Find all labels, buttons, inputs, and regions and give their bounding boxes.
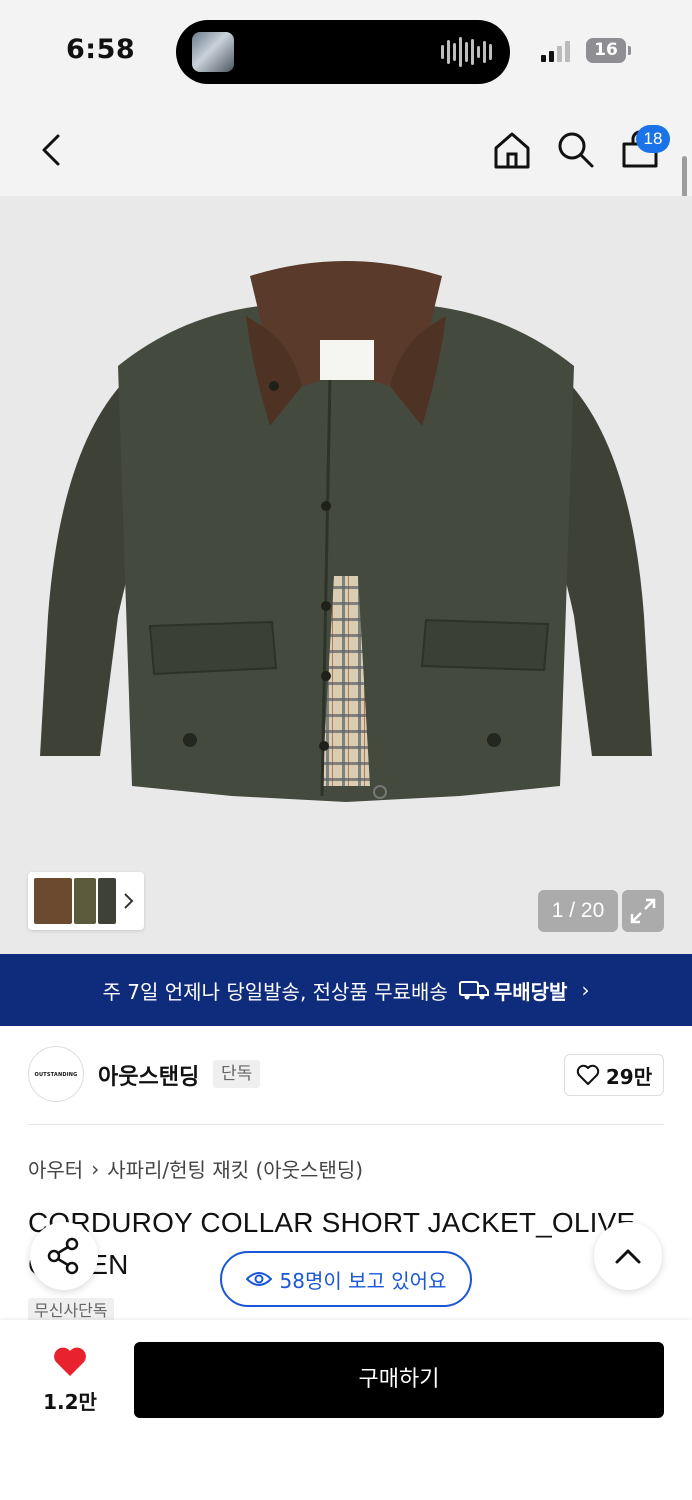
now-playing-artwork	[192, 32, 234, 72]
audio-waveform-icon	[441, 36, 492, 68]
brand-row: OUTSTANDING 아웃스탠딩 단독 29만	[28, 1046, 664, 1104]
scroll-to-top-button[interactable]	[594, 1222, 662, 1290]
battery-tip	[628, 46, 631, 55]
promo-text: 주 7일 언제나 당일발송, 전상품 무료배송	[102, 979, 448, 1004]
cart-count-badge: 18	[636, 125, 670, 153]
exclusive-badge: 단독	[213, 1060, 261, 1088]
favorite-count: 1.2만	[43, 1390, 97, 1414]
brand-like-button[interactable]: 29만	[564, 1054, 664, 1096]
share-icon	[47, 1237, 79, 1275]
divider	[28, 1124, 664, 1125]
share-button[interactable]	[30, 1222, 98, 1290]
expand-icon	[630, 898, 656, 924]
free-shipping-badge: 무배당발	[458, 976, 568, 1005]
brand-logo[interactable]: OUTSTANDING	[28, 1046, 84, 1102]
chevron-right-icon: ›	[581, 978, 590, 1002]
thumbnail-strip[interactable]	[28, 872, 144, 930]
chevron-up-icon	[615, 1249, 641, 1264]
brand-like-count: 29만	[605, 1064, 653, 1089]
heart-filled-icon	[54, 1347, 86, 1376]
thumbnail-brown-jacket[interactable]	[34, 878, 72, 924]
home-icon[interactable]	[492, 130, 532, 170]
breadcrumb: 아우터 › 사파리/헌팅 재킷 (아웃스탠딩)	[28, 1154, 363, 1183]
delivery-truck-icon	[458, 981, 489, 1000]
cellular-signal-icon	[541, 40, 570, 62]
brand-name[interactable]: 아웃스탠딩	[98, 1059, 199, 1091]
favorite-button[interactable]: 1.2만	[40, 1346, 100, 1415]
fullscreen-button[interactable]	[622, 890, 664, 932]
status-bar: 6:58 16	[0, 0, 692, 100]
chevron-right-icon: ›	[91, 1156, 100, 1181]
image-counter: 1 / 20	[538, 890, 618, 932]
clock: 6:58	[66, 34, 136, 65]
eye-icon	[245, 1272, 272, 1286]
product-image-gallery[interactable]: 1 / 20	[0, 196, 692, 954]
breadcrumb-subcategory[interactable]: 사파리/헌팅 재킷 (아웃스탠딩)	[107, 1154, 363, 1183]
buy-button[interactable]: 구매하기	[134, 1342, 664, 1418]
breadcrumb-category[interactable]: 아우터	[28, 1154, 83, 1183]
musinsa-exclusive-tag: 무신사단독	[28, 1298, 114, 1322]
shipping-promo-banner[interactable]: 주 7일 언제나 당일발송, 전상품 무료배송 무배당발 ›	[0, 954, 692, 1026]
product-photo-jacket	[40, 261, 652, 802]
thumbnail-dark-jacket[interactable]	[98, 878, 116, 924]
battery-indicator: 16	[586, 38, 626, 63]
back-arrow-icon[interactable]	[36, 132, 66, 168]
dynamic-island[interactable]	[176, 20, 510, 84]
free-shipping-label: 무배당발	[493, 979, 568, 1004]
thumbnail-olive-jacket[interactable]	[74, 878, 96, 924]
live-viewers-pill: 58명이 보고 있어요	[220, 1251, 472, 1307]
live-viewers-text: 58명이 보고 있어요	[279, 1268, 447, 1293]
chevron-right-icon[interactable]	[122, 892, 136, 910]
search-icon[interactable]	[556, 130, 596, 170]
heart-outline-icon	[576, 1064, 600, 1085]
